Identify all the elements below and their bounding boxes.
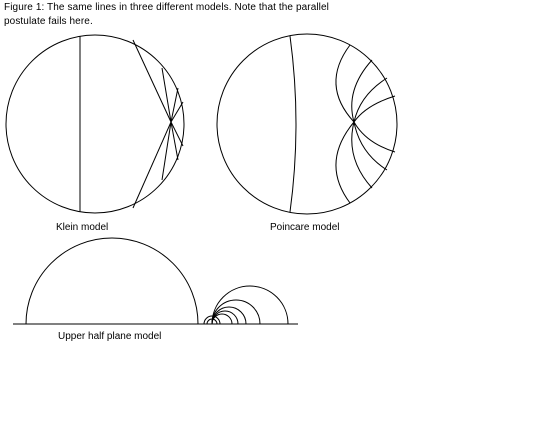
poincare-geodesic-8 bbox=[353, 121, 396, 153]
klein-boundary-circle bbox=[5, 34, 185, 214]
klein-line-2 bbox=[132, 121, 172, 209]
upper-half-plane-diagram bbox=[13, 237, 298, 325]
poincare-geodesic-1 bbox=[335, 44, 355, 123]
poincare-geodesic-2 bbox=[335, 121, 355, 204]
poincare-geodesic-left bbox=[289, 35, 297, 213]
upper-half-plane-label: Upper half plane model bbox=[58, 331, 162, 342]
klein-line-1 bbox=[132, 39, 172, 123]
klein-model-label: Klein model bbox=[56, 222, 109, 233]
poincare-boundary-circle bbox=[216, 33, 398, 215]
poincare-model-diagram bbox=[216, 33, 398, 215]
poincare-model-label: Poincare model bbox=[270, 222, 340, 233]
klein-model-diagram bbox=[5, 34, 185, 214]
klein-line-6 bbox=[170, 121, 179, 161]
klein-line-4 bbox=[161, 121, 172, 181]
poincare-geodesic-7 bbox=[353, 95, 396, 123]
geometry-figure bbox=[5, 33, 398, 325]
uhp-large-semicircle bbox=[25, 237, 199, 325]
